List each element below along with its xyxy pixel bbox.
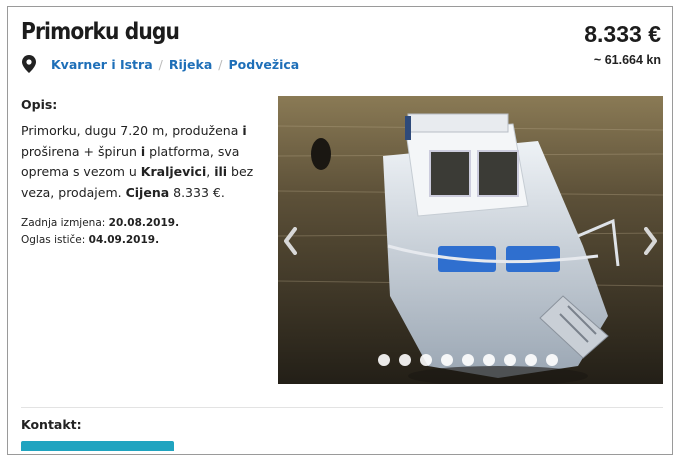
expires-value: 04.09.2019.	[88, 234, 160, 246]
map-marker-icon	[22, 55, 38, 73]
boat-photo	[278, 96, 663, 384]
breadcrumb-city[interactable]: Rijeka	[169, 57, 212, 72]
gallery-dot[interactable]	[546, 354, 558, 366]
gallery-dot[interactable]	[483, 354, 495, 366]
description-segment: i	[242, 123, 247, 138]
description-segment: proširena + špirun	[21, 143, 141, 159]
gallery-dot[interactable]	[378, 354, 390, 366]
contact-button[interactable]	[21, 441, 174, 451]
description-segment: Kraljevici	[140, 164, 207, 179]
gallery-dot[interactable]	[525, 354, 537, 366]
location-breadcrumb: Kvarner i Istra / Rijeka / Podvežica	[22, 55, 299, 73]
breadcrumb-district[interactable]: Podvežica	[229, 57, 300, 72]
section-divider	[21, 407, 663, 408]
description-segment: ,	[206, 164, 215, 179]
gallery-dot[interactable]	[441, 354, 453, 366]
modified-label: Zadnja izmjena:	[21, 217, 106, 229]
gallery-dot[interactable]	[399, 354, 411, 366]
price-eur: 8.333 €	[584, 21, 661, 47]
description-segment: Cijena	[125, 184, 170, 200]
chevron-left-icon	[284, 227, 297, 255]
contact-label: Kontakt:	[21, 417, 82, 432]
chevron-right-icon	[644, 227, 657, 255]
breadcrumb-region[interactable]: Kvarner i Istra	[51, 57, 153, 72]
description-text: Primorku, dugu 7.20 m, produžena i proši…	[21, 121, 271, 203]
description-segment: Primorku, dugu 7.20 m, produžena	[21, 123, 243, 138]
gallery-dot[interactable]	[462, 354, 474, 366]
gallery-dot[interactable]	[504, 354, 516, 366]
price-kn: ~ 61.664 kn	[593, 53, 661, 67]
modified-date: Zadnja izmjena: 20.08.2019.	[21, 217, 179, 229]
gallery-prev-button[interactable]	[278, 221, 302, 261]
breadcrumb-separator: /	[158, 56, 163, 72]
expires-date: Oglas ističe: 04.09.2019.	[21, 234, 159, 246]
photo-gallery[interactable]	[278, 96, 663, 384]
breadcrumb-separator: /	[218, 56, 223, 72]
listing-card: Primorku dugu 8.333 € ~ 61.664 kn Kvarne…	[7, 6, 673, 455]
modified-value: 20.08.2019.	[108, 217, 180, 229]
gallery-next-button[interactable]	[639, 221, 663, 261]
expires-label: Oglas ističe:	[21, 234, 86, 246]
description-segment: 8.333 €.	[169, 184, 225, 200]
gallery-pagination	[378, 354, 558, 366]
gallery-dot[interactable]	[420, 354, 432, 366]
description-label: Opis:	[21, 97, 58, 112]
listing-title: Primorku dugu	[21, 19, 180, 45]
description-segment: ili	[214, 164, 228, 179]
